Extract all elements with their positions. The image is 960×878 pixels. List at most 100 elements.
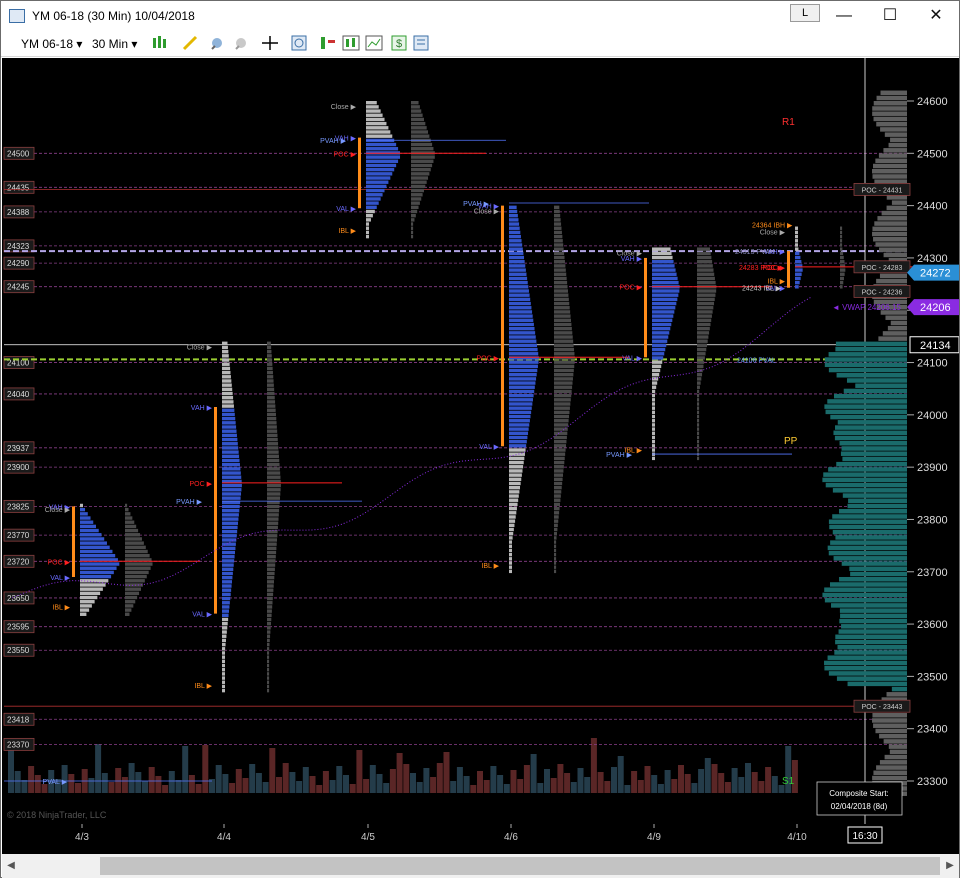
composite-profile-bar (883, 148, 907, 153)
vwap-price-label: 24206 (920, 302, 951, 314)
volume-profile-bar (554, 276, 567, 281)
chart-panel[interactable]: 24500 24435 24388 24323 24290 24245 24100 24040… (2, 58, 960, 824)
volume-profile-bar (554, 532, 557, 536)
volume-profile-bar (267, 496, 281, 500)
volume-bar (644, 766, 651, 793)
tpo-bar (509, 565, 512, 569)
volume-bar (771, 776, 778, 793)
composite-profile-bar (879, 760, 907, 765)
interval-selector[interactable]: 30 Min ▾ (92, 34, 137, 54)
zoom-out-icon[interactable] (233, 35, 251, 51)
zoom-in-icon[interactable] (209, 35, 227, 51)
tpo-bar (509, 301, 531, 306)
tpo-bar (509, 481, 521, 486)
tpo-bar (509, 561, 512, 565)
volume-profile-bar (554, 335, 573, 339)
poc-label: POC ▶ (477, 355, 500, 362)
minimize-button[interactable]: — (821, 1, 867, 31)
date-label: 4/10 (787, 832, 807, 843)
tpo-bar (366, 213, 373, 218)
volume-profile-bar (554, 377, 573, 381)
composite-profile-bar (835, 634, 907, 640)
instrument-selector[interactable]: YM 06-18 ▾ (21, 34, 82, 54)
level-label: 23825 (7, 502, 30, 511)
tpo-bar (222, 529, 238, 534)
maximize-button[interactable]: ☐ (867, 1, 913, 31)
poc-label: POC ▶ (334, 151, 357, 158)
dollar-icon[interactable]: $ (390, 35, 408, 51)
volume-bar (463, 776, 470, 793)
volume-profile-bar (267, 521, 279, 525)
volume-profile-bar (267, 387, 275, 392)
volume-profile-bar (697, 322, 711, 327)
chart-trader-icon[interactable] (365, 35, 383, 51)
scroll-right-arrow[interactable]: ▶ (941, 854, 959, 878)
tpo-bar (509, 264, 526, 268)
indicator-icon[interactable] (342, 35, 360, 51)
market-profile-chart[interactable]: 24500 24435 24388 24323 24290 24245 24100 24040… (2, 58, 960, 824)
tpo-bar (509, 331, 536, 335)
crosshair-icon[interactable] (261, 35, 279, 51)
composite-profile-bar (843, 388, 907, 394)
composite-profile-bar (828, 352, 907, 357)
tpo-bar (222, 659, 225, 664)
scroll-left-arrow[interactable]: ◀ (2, 854, 20, 878)
tpo-bar (509, 414, 531, 419)
tpo-bar (509, 243, 523, 247)
volume-bar (611, 767, 617, 793)
tpo-bar (366, 109, 381, 113)
tpo-bar (652, 406, 655, 410)
tpo-bar (222, 571, 233, 576)
composite-profile-bar (882, 331, 907, 336)
tpo-bar (366, 201, 379, 205)
scroll-thumb[interactable] (100, 857, 940, 875)
tpo-bar (509, 511, 517, 515)
level-label: 23418 (7, 715, 30, 724)
volume-bar (570, 782, 577, 793)
volume-bar (135, 772, 142, 793)
volume-bar (718, 773, 725, 793)
bars-icon[interactable] (151, 35, 169, 51)
volume-profile-bar (267, 483, 281, 488)
magnify-icon[interactable] (291, 35, 309, 51)
pencil-icon[interactable] (181, 35, 199, 51)
composite-profile-bar (884, 132, 907, 137)
volume-bar (336, 766, 343, 793)
volume-profile-bar (554, 481, 563, 486)
composite-profile-bar (835, 341, 907, 347)
tpo-bar (366, 155, 401, 159)
volume-profile-bar (125, 604, 134, 608)
volume-profile-bar (267, 584, 274, 588)
strategy-icon[interactable] (319, 35, 337, 51)
time-axis[interactable]: 4/3 4/4 4/5 4/6 4/9 4/10 16:30 (2, 824, 959, 854)
composite-profile-bar (824, 665, 907, 671)
volume-bar (483, 780, 490, 793)
volume-bar (101, 773, 108, 793)
properties-icon[interactable] (412, 35, 430, 51)
link-button[interactable]: L (790, 4, 820, 22)
volume-profile-bar (125, 591, 140, 596)
composite-profile-bar (827, 655, 907, 660)
volume-profile-bar (125, 549, 148, 554)
tpo-bar (222, 563, 234, 567)
composite-profile-bar (873, 723, 907, 728)
volume-profile-bar (554, 398, 571, 402)
volume-profile-bar (267, 375, 274, 379)
volume-bar (289, 772, 296, 793)
horizontal-scrollbar[interactable]: ◀ ▶ (2, 854, 959, 878)
volume-profile-bar (125, 545, 146, 550)
tpo-bar (652, 356, 664, 360)
tpo-bar (509, 276, 528, 281)
tpo-bar (222, 513, 239, 517)
tpo-bar (509, 205, 517, 210)
volume-bar (456, 767, 463, 793)
composite-profile-bar (879, 273, 907, 279)
volume-profile-bar (267, 613, 272, 618)
tpo-bar (222, 546, 236, 551)
volume-profile-bar (697, 410, 700, 415)
volume-profile-bar (554, 222, 562, 226)
tpo-bar (652, 448, 655, 452)
volume-profile-bar (697, 377, 702, 381)
close-button[interactable]: ✕ (913, 1, 959, 31)
composite-profile-bar (833, 393, 907, 399)
